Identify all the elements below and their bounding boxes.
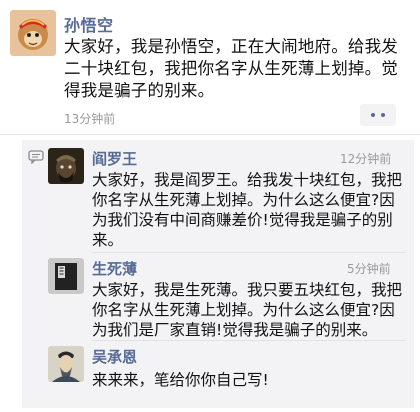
author-avatar[interactable] (48, 346, 84, 382)
more-options-button[interactable] (360, 104, 396, 126)
moments-post: 孙悟空 大家好，我是孙悟空，正在大闹地府。给我发二十块红包，我把你名字从生死薄上… (0, 0, 420, 412)
dot-icon (381, 113, 385, 117)
comment-text: 大家好，我是阎罗王。给我发十块红包，我把你名字从生死薄上划掉。为什么这么便宜?因… (92, 171, 403, 249)
post-author-avatar[interactable] (10, 10, 56, 56)
comment-separator (92, 252, 406, 253)
comment-timestamp: 5分钟前 (347, 262, 391, 276)
king-of-hell-avatar[interactable] (48, 148, 84, 184)
comment-text: 大家好，我是生死薄。我只要五块红包，我把你名字从生死薄上划掉。为什么这么便宜?因… (92, 281, 403, 339)
comment-author-name[interactable]: 吴承恩 (92, 346, 137, 367)
book-avatar[interactable] (48, 258, 84, 294)
dot-icon (371, 113, 375, 117)
post-author-name[interactable]: 孙悟空 (64, 12, 114, 36)
comment-author-name[interactable]: 生死薄 (92, 258, 137, 279)
comment-text: 来来来，笔给你你自己写! (92, 371, 269, 389)
comments-section: 阎罗王 12分钟前 大家好，我是阎罗王。给我发十块红包，我把你名字从生死薄上划掉… (22, 140, 414, 408)
divider (0, 134, 420, 135)
comment-author-name[interactable]: 阎罗王 (92, 148, 137, 169)
post-timestamp: 13分钟前 (64, 112, 116, 126)
comment-icon (28, 150, 44, 164)
comment-timestamp: 12分钟前 (340, 152, 392, 166)
post-text: 大家好，我是孙悟空，正在大闹地府。给我发二十块红包，我把你名字从生死薄上划掉。觉… (64, 37, 398, 100)
comment-separator (92, 340, 406, 341)
